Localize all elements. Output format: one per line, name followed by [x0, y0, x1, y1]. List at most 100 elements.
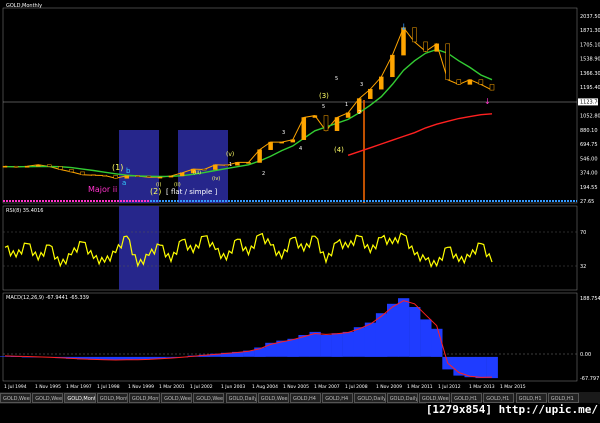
wave-label-flat-simple: [ flat / simple ] [166, 188, 218, 196]
chart-tab[interactable]: GOLD,Weekly [418, 393, 451, 403]
price-candle [102, 174, 107, 177]
chart-tab[interactable]: GOLD,H1 [547, 393, 579, 403]
wave-label-1-paren: (1) [112, 163, 123, 172]
wave-label-v: (v) [226, 151, 234, 158]
price-candle [24, 166, 30, 168]
macd-axis-label: -67.797 [580, 376, 599, 382]
time-axis-label: 1 Mar 2001 [159, 384, 185, 390]
wave-label-w3: 3 [282, 130, 285, 136]
wave-label-iv: (iv) [212, 176, 220, 182]
price-candle [301, 117, 307, 140]
price-candle [146, 175, 152, 178]
price-candle [423, 41, 428, 52]
time-axis-label: 1 Jul 2002 [190, 384, 213, 390]
macd-bar [342, 331, 354, 357]
chart-tab[interactable]: GOLD,Monthly [128, 393, 161, 403]
current-arrow-icon: ↓ [484, 97, 491, 106]
time-axis-label: 1 Mar 2011 [407, 384, 433, 390]
price-axis-label: 1705.10 [580, 43, 600, 49]
price-candle [35, 164, 41, 167]
price-candle [290, 139, 296, 143]
price-candle [2, 165, 8, 168]
price-candle [246, 162, 251, 164]
chart-tab[interactable]: GOLD,Monthly [96, 393, 128, 403]
macd-bar [132, 356, 144, 360]
chart-tab[interactable]: GOLD,Daily [354, 393, 386, 403]
price-candle [478, 79, 484, 85]
price-candle [113, 175, 118, 179]
time-axis-label: 1 Mar 2007 [314, 384, 340, 390]
time-axis-label: 1 Nov 2009 [376, 384, 402, 390]
macd-axis-label: 0.00 [580, 352, 591, 358]
time-axis-label: 1 Nov 2005 [283, 384, 309, 390]
price-candle [456, 79, 462, 85]
wave-label-top-2: 2 [358, 110, 361, 116]
chart-tab[interactable]: GOLD,Weekly [257, 393, 289, 403]
chart-tab[interactable]: GOLD,H1 [515, 393, 547, 403]
price-candle [47, 164, 52, 167]
price-axis-label: 1052.80 [580, 114, 600, 120]
macd-bar [287, 338, 299, 357]
time-axis-label: 1 Jul 1994 [4, 384, 27, 390]
wave-label-i: (i) [156, 182, 161, 188]
macd-bar [409, 307, 421, 357]
price-axis-label: 880.10 [580, 128, 598, 134]
macd-bar [353, 327, 366, 357]
price-candle [168, 175, 174, 178]
price-axis-label: 27.65 [580, 199, 594, 205]
price-candle [91, 174, 96, 176]
price-candle [334, 117, 340, 131]
chart-tab[interactable]: GOLD,Monthly [64, 393, 96, 403]
time-axis-label: 1 Nov 1995 [35, 384, 61, 390]
chart-tab[interactable]: GOLD,H4 [290, 393, 322, 403]
wave-label-iii: (iii) [193, 170, 201, 176]
wave-label-ii: (ii) [174, 182, 181, 188]
price-candle [179, 172, 185, 177]
price-candle [390, 54, 395, 78]
wave-label-a: a [122, 179, 126, 187]
macd-bar [320, 335, 332, 357]
price-candle [445, 43, 450, 80]
macd-bar [475, 356, 487, 379]
macd-bar [387, 303, 399, 357]
highlight-zone-rsi [119, 206, 159, 290]
price-candle [379, 76, 384, 90]
macd-bar [309, 331, 321, 357]
price-axis-label: 1123.70 [580, 99, 600, 105]
macd-bar [464, 356, 476, 378]
price-candle [58, 166, 63, 170]
price-axis-label: 1871.30 [580, 28, 600, 34]
macd-header: MACD(12,26,9) -67.9441 -65.339 [6, 295, 89, 301]
chart-tab[interactable]: GOLD,Daily [386, 393, 418, 403]
wave-label-3-paren: (3) [319, 92, 329, 100]
price-axis-label: 546.00 [580, 156, 598, 162]
time-axis-label: 1 Aug 2004 [252, 384, 278, 390]
price-candle [224, 164, 229, 167]
rsi-axis-label: 32 [580, 264, 586, 270]
chart-tab[interactable]: GOLD,Daily [225, 393, 257, 403]
rsi-header: RSI(8) 35.4016 [6, 208, 43, 214]
macd-bar [431, 328, 443, 357]
price-axis-label: 1538.90 [580, 57, 600, 63]
chart-tab[interactable]: GOLD,Weekly [0, 393, 32, 403]
chart-tab[interactable]: GOLD,H1 [483, 393, 515, 403]
price-candle [135, 175, 141, 177]
time-axis-label: 1 Jul 2008 [345, 384, 368, 390]
chart-tab[interactable]: GOLD,H4 [322, 393, 354, 403]
time-axis-label: 1 Mar 2013 [469, 384, 495, 390]
price-candle [268, 141, 273, 150]
chart-tab[interactable]: GOLD,Weekly [193, 393, 225, 403]
macd-bar [375, 313, 388, 357]
price-candle [13, 165, 19, 168]
wave-label-2-paren: (2) [150, 187, 161, 196]
wave-label-top-3: 3 [360, 82, 363, 88]
wave-label-4-paren: (4) [334, 146, 344, 154]
wave-label-w2: 2 [262, 171, 265, 177]
price-candle [80, 171, 85, 175]
chart-tab[interactable]: GOLD,Weekly [161, 393, 193, 403]
chart-tab[interactable]: GOLD,H1 [451, 393, 483, 403]
chart-tab[interactable]: GOLD,Weekly [32, 393, 64, 403]
wave-label-w1: 1 [229, 162, 232, 168]
price-candle [345, 112, 351, 118]
macd-bar [398, 298, 410, 357]
